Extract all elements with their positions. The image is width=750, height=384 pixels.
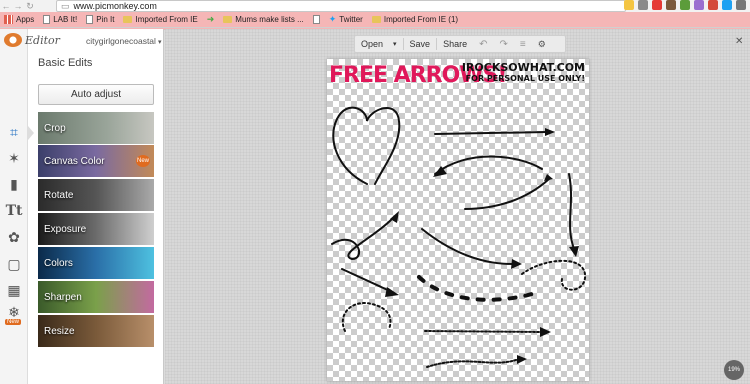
logo-text: Editor xyxy=(25,33,60,47)
active-pointer xyxy=(28,126,34,140)
bookmark-leaf[interactable]: ➜ xyxy=(207,14,215,25)
user-menu[interactable]: citygirlgonecoastal ▾ xyxy=(86,36,161,46)
extension-icon[interactable] xyxy=(680,0,690,10)
share-button[interactable]: Share xyxy=(437,36,473,52)
bookmark-twitter[interactable]: ✦ Twitter xyxy=(329,14,363,25)
tool-canvas-color[interactable]: Canvas Color New xyxy=(38,145,154,177)
bookmark-imported-ie-1[interactable]: Imported From IE (1) xyxy=(371,15,458,24)
snowflake-icon[interactable]: ❄ xyxy=(6,304,22,320)
bold-arrow xyxy=(341,268,393,293)
document-icon xyxy=(43,15,51,24)
redo-icon[interactable]: ↷ xyxy=(493,36,513,52)
bookmarks-bar: Apps LAB It! Pin It Imported From IE ➜ M… xyxy=(0,12,750,28)
tool-label: Colors xyxy=(44,257,73,269)
undo-icon[interactable]: ↶ xyxy=(473,36,493,52)
document-icon xyxy=(312,15,320,24)
folder-icon xyxy=(223,16,233,23)
bookmark-doc[interactable] xyxy=(312,15,320,24)
dotted-spiral xyxy=(521,259,587,291)
triangle-arrow xyxy=(417,275,534,302)
tool-rotate[interactable]: Rotate xyxy=(38,179,154,211)
back-arrow-icon[interactable]: ← xyxy=(0,1,12,11)
heart-arrow xyxy=(332,106,401,185)
extension-icon[interactable] xyxy=(652,0,662,10)
document-icon xyxy=(86,15,94,24)
layers-icon[interactable]: ≡ xyxy=(514,36,532,52)
folder-icon xyxy=(123,16,133,23)
tool-label: Canvas Color xyxy=(44,155,105,167)
tool-label: Sharpen xyxy=(44,291,82,303)
new-badge: New xyxy=(5,319,22,325)
tool-resize[interactable]: Resize xyxy=(38,315,154,347)
open-label: Open xyxy=(361,39,384,49)
dashed-curve xyxy=(342,302,392,332)
folder-icon xyxy=(371,16,381,23)
url-text[interactable]: www.picmonkey.com xyxy=(74,1,157,11)
extension-icon[interactable] xyxy=(666,0,676,10)
picmonkey-logo-icon xyxy=(4,33,22,47)
tool-colors[interactable]: Colors xyxy=(38,247,154,279)
dotted-wave-arrow xyxy=(426,358,520,368)
lipstick-icon[interactable]: ▮ xyxy=(6,176,22,192)
frame-icon[interactable]: ▢ xyxy=(6,256,22,272)
tool-label: Rotate xyxy=(44,189,74,201)
magic-wand-icon[interactable]: ✶ xyxy=(6,150,22,166)
twitter-icon: ✦ xyxy=(328,14,337,24)
text-icon[interactable]: Tt xyxy=(6,203,23,219)
curve-arrow xyxy=(464,178,550,210)
extension-icons xyxy=(624,0,746,12)
close-icon[interactable]: ✕ xyxy=(735,36,743,47)
twitter-icon[interactable] xyxy=(722,0,732,10)
menu-icon[interactable] xyxy=(736,0,746,10)
bookmark-pin-it[interactable]: Pin It xyxy=(86,15,114,24)
tool-label: Exposure xyxy=(44,223,87,235)
gear-icon[interactable]: ⚙ xyxy=(532,36,552,52)
texture-icon[interactable]: ▦ xyxy=(6,282,22,298)
chevron-down-icon: ▾ xyxy=(157,39,162,46)
loop-arrow xyxy=(331,218,393,261)
image-canvas[interactable]: FREE ARROWS! IROCKSOWHAT.COM FOR PERSONA… xyxy=(327,59,589,381)
new-badge: New xyxy=(136,155,150,167)
editor-toolbar: Open ▾ Save Share ↶ ↷ ≡ ⚙ xyxy=(354,35,566,53)
feather-arrow xyxy=(421,228,513,265)
zoom-indicator[interactable]: 19% xyxy=(724,360,744,380)
star-icon[interactable] xyxy=(624,0,634,10)
section-title: Basic Edits xyxy=(38,57,93,69)
save-button[interactable]: Save xyxy=(404,36,437,52)
bookmark-imported-ie[interactable]: Imported From IE xyxy=(123,15,198,24)
bookmark-apps[interactable]: Apps xyxy=(4,15,34,24)
apps-icon xyxy=(4,15,13,24)
tool-exposure[interactable]: Exposure xyxy=(38,213,154,245)
extension-icon[interactable] xyxy=(694,0,704,10)
dotted-line-arrow xyxy=(424,330,543,333)
forward-arrow-icon[interactable]: → xyxy=(12,1,24,11)
extension-icon[interactable] xyxy=(638,0,648,10)
vertical-arrow xyxy=(568,173,575,250)
bookmark-mums-lists[interactable]: Mums make lists ... xyxy=(223,15,304,24)
address-bar[interactable]: ▭ www.picmonkey.com xyxy=(56,0,626,12)
username: citygirlgonecoastal xyxy=(86,36,156,46)
leaf-icon: ➜ xyxy=(206,14,215,24)
editor-logo[interactable]: Editor xyxy=(4,33,60,47)
butterfly-icon[interactable]: ✿ xyxy=(6,229,22,245)
chevron-down-icon: ▾ xyxy=(393,41,397,48)
tool-sharpen[interactable]: Sharpen xyxy=(38,281,154,313)
reload-icon[interactable]: ↻ xyxy=(24,1,36,12)
swoosh-arrow xyxy=(434,155,543,175)
open-button[interactable]: Open ▾ xyxy=(355,36,403,52)
tool-label: Crop xyxy=(44,122,66,134)
page-icon: ▭ xyxy=(61,0,70,11)
straight-arrow xyxy=(434,131,548,135)
bookmark-lab-it[interactable]: LAB It! xyxy=(43,15,77,24)
extension-icon[interactable] xyxy=(708,0,718,10)
auto-adjust-button[interactable]: Auto adjust xyxy=(38,84,154,105)
tool-crop[interactable]: Crop xyxy=(38,112,154,144)
crop-icon[interactable]: ⌗ xyxy=(6,124,22,140)
arrows-artwork xyxy=(331,106,587,368)
tool-label: Resize xyxy=(44,325,75,337)
